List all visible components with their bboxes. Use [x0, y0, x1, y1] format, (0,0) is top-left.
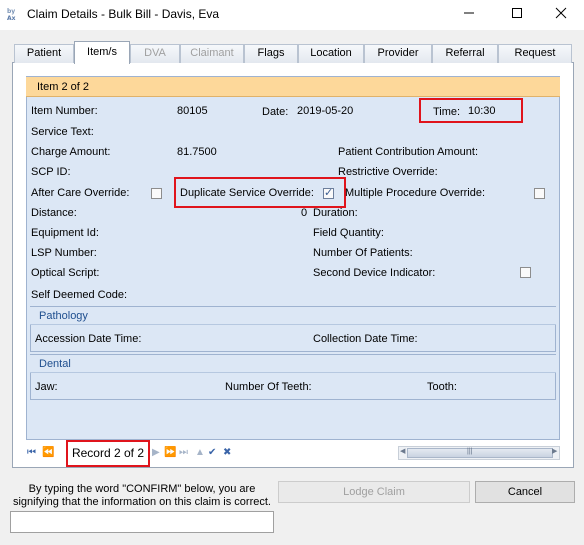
cancel-button[interactable]: Cancel: [475, 481, 575, 503]
pathology-title[interactable]: Pathology: [30, 307, 556, 325]
patient-contribution-label: Patient Contribution Amount:: [338, 146, 479, 158]
tab-flags[interactable]: Flags: [244, 44, 298, 63]
svg-text:by: by: [7, 8, 15, 15]
jaw-label: Jaw:: [35, 381, 58, 393]
equipment-id-label: Equipment Id:: [31, 227, 99, 239]
duplicate-service-override-checkbox[interactable]: [323, 186, 334, 199]
item-number-value[interactable]: 80105: [177, 105, 208, 117]
tab-patient[interactable]: Patient: [14, 44, 74, 63]
dental-title[interactable]: Dental: [30, 355, 556, 373]
charge-amount-value[interactable]: 81.7500: [177, 146, 217, 158]
scroll-left-icon[interactable]: ◀: [400, 447, 405, 455]
previous-page-icon[interactable]: ⏪: [42, 447, 54, 459]
after-care-override-label: After Care Override:: [31, 187, 130, 199]
window-title: Claim Details - Bulk Bill - Davis, Eva: [27, 7, 220, 21]
tab-strip: Patient Item/s DVA Claimant Flags Locati…: [12, 41, 574, 64]
distance-label: Distance:: [31, 207, 77, 219]
restrictive-override-label: Restrictive Override:: [338, 166, 438, 178]
lodge-claim-button[interactable]: Lodge Claim: [278, 481, 470, 503]
tab-items[interactable]: Item/s: [74, 41, 130, 64]
maximize-button[interactable]: [494, 0, 540, 30]
cancel-edit-icon[interactable]: ✖: [223, 447, 231, 459]
service-text-label: Service Text:: [31, 126, 94, 138]
first-record-icon[interactable]: ⏮: [27, 447, 36, 459]
after-care-override-checkbox[interactable]: [151, 188, 162, 199]
self-deemed-code-label: Self Deemed Code:: [31, 289, 127, 301]
number-of-teeth-label: Number Of Teeth:: [225, 381, 312, 393]
scrollbar-thumb[interactable]: [407, 448, 553, 458]
tooth-label: Tooth:: [427, 381, 457, 393]
tab-referral[interactable]: Referral: [432, 44, 498, 63]
close-button[interactable]: [538, 0, 584, 30]
tab-request[interactable]: Request: [498, 44, 572, 63]
field-quantity-label: Field Quantity:: [313, 227, 384, 239]
scp-id-label: SCP ID:: [31, 166, 71, 178]
close-icon: [555, 7, 567, 19]
date-label: Date:: [262, 106, 289, 118]
title-bar: by Ax Claim Details - Bulk Bill - Davis,…: [0, 0, 584, 30]
second-device-indicator-label: Second Device Indicator:: [313, 267, 436, 279]
tab-location[interactable]: Location: [298, 44, 364, 63]
second-device-indicator-checkbox[interactable]: [520, 267, 531, 278]
collection-date-time-label: Collection Date Time:: [313, 333, 418, 345]
time-value[interactable]: 10:30: [468, 105, 496, 117]
item-number-label: Item Number:: [31, 105, 98, 117]
time-label: Time:: [433, 106, 461, 118]
charge-amount-label: Charge Amount:: [31, 146, 111, 158]
last-record-icon[interactable]: ⏭: [179, 447, 188, 459]
tab-provider[interactable]: Provider: [364, 44, 432, 63]
confirm-input[interactable]: [10, 511, 274, 533]
distance-value[interactable]: 0: [301, 207, 307, 219]
scroll-right-icon[interactable]: ▶: [552, 447, 557, 455]
next-page-icon[interactable]: ⏩: [164, 447, 176, 459]
app-icon: by Ax: [6, 6, 22, 22]
number-of-patients-label: Number Of Patients:: [313, 247, 413, 259]
accession-date-time-label: Accession Date Time:: [35, 333, 142, 345]
horizontal-scrollbar[interactable]: ◀ ||| ▶: [398, 446, 560, 460]
maximize-icon: [512, 8, 522, 18]
tab-claimant[interactable]: Claimant: [180, 44, 244, 63]
item-header-label: Item 2 of 2: [37, 81, 89, 93]
move-up-icon[interactable]: ▲: [195, 447, 205, 459]
optical-script-label: Optical Script:: [31, 267, 100, 279]
confirm-edit-icon[interactable]: ✔: [208, 447, 216, 459]
multiple-procedure-override-checkbox[interactable]: [534, 188, 545, 199]
multiple-procedure-override-label: Multiple Procedure Override:: [345, 187, 486, 199]
svg-text:Ax: Ax: [7, 15, 16, 22]
item-header[interactable]: Item 2 of 2: [26, 77, 560, 97]
date-value[interactable]: 2019-05-20: [297, 105, 353, 117]
duplicate-service-override-label: Duplicate Service Override:: [180, 187, 314, 199]
duration-label: Duration:: [313, 207, 358, 219]
tab-dva[interactable]: DVA: [130, 44, 180, 63]
lsp-number-label: LSP Number:: [31, 247, 97, 259]
confirm-instructions: By typing the word "CONFIRM" below, you …: [12, 483, 271, 508]
scrollbar-grip-icon: |||: [467, 448, 473, 455]
minimize-icon: [464, 12, 474, 14]
minimize-button[interactable]: [446, 0, 492, 30]
next-record-icon[interactable]: ▶: [152, 447, 160, 459]
record-counter: Record 2 of 2: [66, 440, 150, 467]
